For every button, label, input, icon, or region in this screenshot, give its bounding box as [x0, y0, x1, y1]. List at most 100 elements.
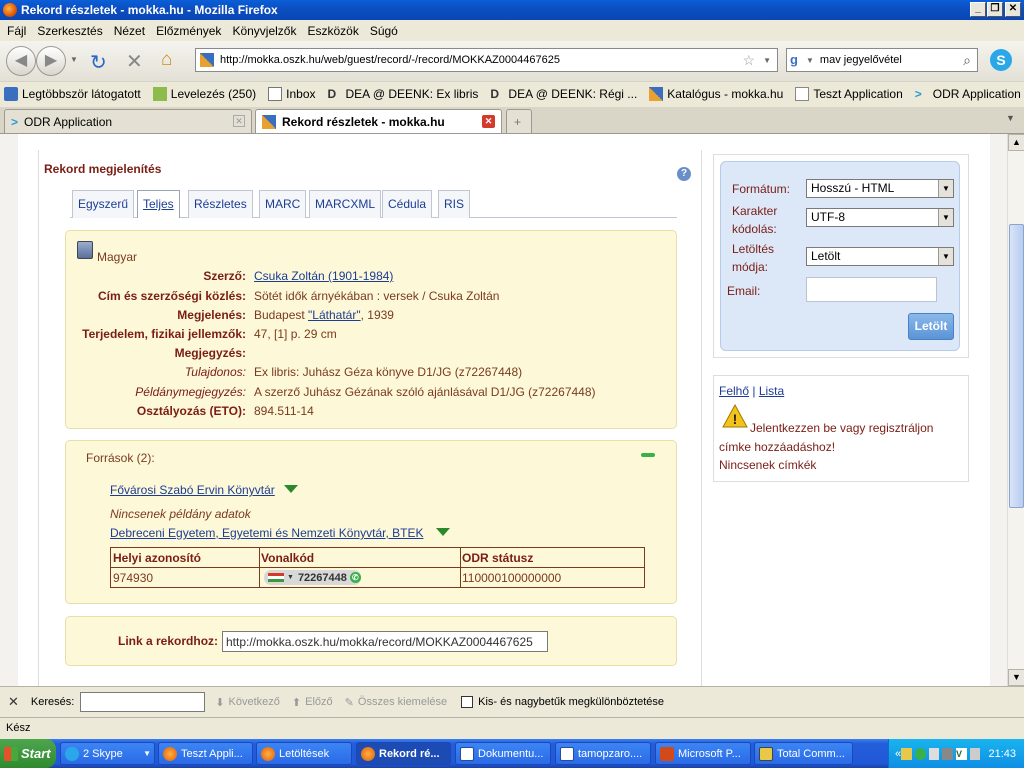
tag-list-link[interactable]: Lista	[759, 384, 784, 398]
publisher-link[interactable]: "Láthatár"	[308, 308, 361, 322]
task-skype[interactable]: 2 Skype ▼	[60, 742, 155, 765]
bookmark-star-icon[interactable]: ☆	[743, 52, 756, 69]
task-rekord[interactable]: Rekord ré...	[356, 742, 451, 765]
find-next-button[interactable]: Következő	[229, 696, 280, 708]
url-text[interactable]: http://mokka.oszk.hu/web/guest/record/-/…	[220, 54, 743, 66]
stop-icon[interactable]: ✕	[126, 49, 143, 74]
menu-file[interactable]: Fájl	[7, 24, 26, 38]
bookmark-odr[interactable]: > ODR Application	[915, 87, 1021, 101]
tray-icon[interactable]	[901, 747, 912, 760]
expand-arrow-icon[interactable]	[284, 485, 298, 493]
task-teszt-appli[interactable]: Teszt Appli...	[158, 742, 253, 765]
bookmark-dea-exlibris[interactable]: D DEA @ DEENK: Ex libris	[328, 87, 479, 101]
back-button[interactable]: ◀	[6, 46, 36, 76]
task-dokumentum[interactable]: Dokumentu...	[455, 742, 551, 765]
reload-icon[interactable]: ↻	[90, 50, 107, 75]
dropdown-icon: ▼	[938, 248, 953, 265]
field-value-szerzo[interactable]: Csuka Zoltán (1901-1984)	[254, 269, 393, 283]
library-debrecen-link[interactable]: Debreceni Egyetem, Egyetemi és Nemzeti K…	[110, 526, 423, 540]
window-title: Rekord részletek - mokka.hu - Mozilla Fi…	[21, 3, 278, 17]
mail-icon	[152, 87, 167, 101]
task-letoltesek[interactable]: Letöltések	[256, 742, 352, 765]
task-total-commander[interactable]: Total Comm...	[754, 742, 853, 765]
tag-cloud-link[interactable]: Felhő	[719, 384, 749, 398]
col-header-odr-status: ODR státusz	[462, 551, 534, 565]
menu-history[interactable]: Előzmények	[156, 24, 221, 38]
network-icon[interactable]	[942, 747, 954, 760]
menu-view[interactable]: Nézet	[114, 24, 145, 38]
mode-select[interactable]: Letölt ▼	[806, 247, 954, 266]
field-label-cim: Cím és szerzőségi közlés:	[97, 289, 246, 303]
field-label-megjelenes: Megjelenés:	[177, 308, 246, 322]
task-microsoft-p[interactable]: Microsoft P...	[655, 742, 751, 765]
help-icon[interactable]: ?	[677, 167, 691, 181]
barcode-widget[interactable]: ▼ 72267448 ✆	[264, 570, 361, 585]
email-input[interactable]	[806, 277, 937, 302]
permalink-input[interactable]	[222, 631, 548, 652]
tab-rekord-reszletek[interactable]: Rekord részletek - mokka.hu ✕	[255, 109, 502, 133]
bookmark-teszt[interactable]: Teszt Application	[795, 87, 903, 101]
history-dropdown-icon[interactable]: ▼	[70, 55, 78, 64]
url-bar[interactable]: http://mokka.oszk.hu/web/guest/record/-/…	[195, 48, 778, 72]
site-favicon	[200, 53, 214, 67]
permalink-box: Link a rekordhoz:	[65, 616, 677, 666]
bookmark-katalogus[interactable]: Katalógus - mokka.hu	[649, 87, 783, 101]
tab-odr-application[interactable]: > ODR Application ✕	[4, 109, 252, 133]
task-tamopzaro[interactable]: tamopzaro....	[555, 742, 651, 765]
expand-arrow-icon[interactable]	[436, 528, 450, 536]
tab-teljes[interactable]: Teljes	[137, 190, 180, 218]
search-bar[interactable]: g ▼ mav jegyelővétel ⌕	[786, 48, 978, 72]
bookmark-inbox[interactable]: Inbox	[268, 87, 316, 101]
scroll-up-button[interactable]: ▲	[1008, 134, 1024, 151]
tab-egyszeru[interactable]: Egyszerű	[72, 190, 135, 218]
search-icon[interactable]: ⌕	[963, 52, 971, 69]
menu-tools[interactable]: Eszközök	[307, 24, 358, 38]
tray-icon[interactable]: V	[956, 747, 967, 760]
tab-list-icon[interactable]: ▼	[1006, 113, 1015, 123]
menu-edit[interactable]: Szerkesztés	[37, 24, 102, 38]
library-fszek-link[interactable]: Fővárosi Szabó Ervin Könyvtár	[110, 483, 275, 497]
record-heading: Rekord megjelenítés	[44, 162, 162, 176]
menu-bookmarks[interactable]: Könyvjelzők	[232, 24, 296, 38]
tab-ris[interactable]: RIS	[438, 190, 471, 218]
tray-icon[interactable]	[928, 747, 940, 760]
search-engine-dropdown-icon[interactable]: ▼	[806, 56, 814, 65]
tab-marcxml[interactable]: MARCXML	[309, 190, 382, 218]
home-icon[interactable]: ⌂	[161, 49, 172, 71]
minimize-button[interactable]: _	[970, 2, 986, 17]
tab-marc[interactable]: MARC	[259, 190, 307, 218]
collapse-icon[interactable]	[641, 453, 655, 457]
encoding-select[interactable]: UTF-8 ▼	[806, 208, 954, 227]
vertical-scrollbar[interactable]: ▲ ▼	[1007, 134, 1024, 686]
find-input[interactable]	[80, 692, 206, 712]
tray-icon[interactable]	[914, 747, 926, 760]
close-window-button[interactable]: ✕	[1005, 2, 1021, 17]
restore-button[interactable]: ❐	[987, 2, 1003, 17]
url-dropdown-icon[interactable]: ▼	[763, 56, 771, 65]
close-find-icon[interactable]: ✕	[8, 694, 19, 710]
case-checkbox[interactable]	[461, 696, 474, 708]
highlight-all-button[interactable]: Összes kiemelése	[358, 696, 447, 708]
download-button[interactable]: Letölt	[908, 313, 954, 340]
start-button[interactable]: Start	[0, 739, 56, 768]
close-tab-icon[interactable]: ✕	[233, 115, 245, 127]
bookmark-levelezes[interactable]: Levelezés (250)	[152, 87, 256, 101]
tab-reszletes[interactable]: Részletes	[188, 190, 253, 218]
menu-help[interactable]: Súgó	[370, 24, 398, 38]
skype-icon[interactable]: S	[990, 49, 1012, 71]
volume-icon[interactable]	[969, 747, 981, 760]
bookmark-dea-regi[interactable]: D DEA @ DEENK: Régi ...	[490, 87, 637, 101]
format-select[interactable]: Hosszú - HTML ▼	[806, 179, 954, 198]
bookmark-most-visited[interactable]: Legtöbbször látogatott	[4, 87, 141, 101]
scroll-down-button[interactable]: ▼	[1008, 669, 1024, 686]
scroll-thumb[interactable]	[1009, 224, 1024, 508]
search-text[interactable]: mav jegyelővétel	[820, 54, 963, 66]
close-tab-icon[interactable]: ✕	[482, 115, 495, 128]
google-icon[interactable]: g	[790, 52, 806, 68]
cell-odr-status: 110000100000000	[462, 571, 562, 585]
new-tab-button[interactable]: +	[506, 109, 532, 133]
col-header-barcode: Vonalkód	[261, 551, 315, 565]
forward-button[interactable]: ▶	[36, 46, 66, 76]
tab-cedula[interactable]: Cédula	[382, 190, 433, 218]
find-prev-button[interactable]: Előző	[305, 696, 333, 708]
